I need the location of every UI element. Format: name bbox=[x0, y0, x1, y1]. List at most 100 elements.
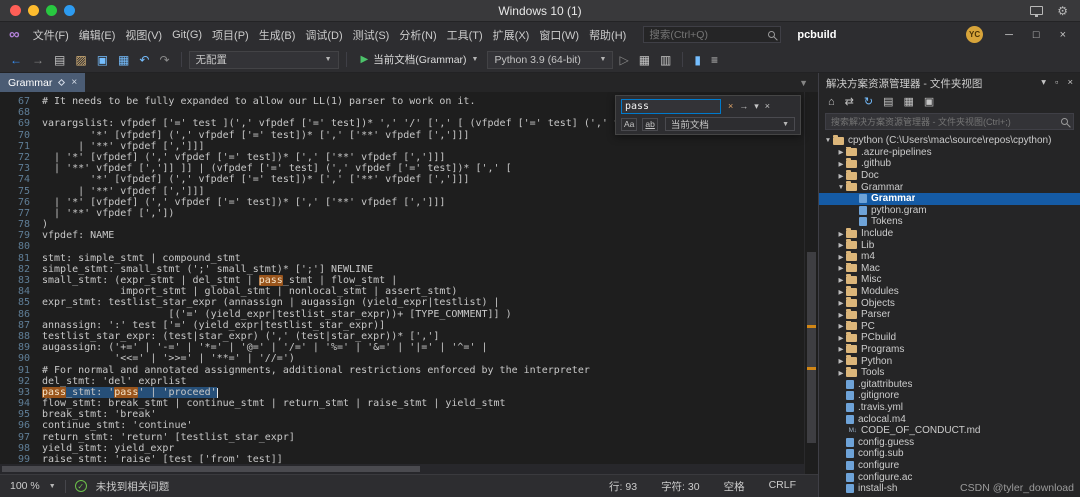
chevron-collapsed-icon[interactable]: ▶ bbox=[836, 148, 846, 156]
chevron-collapsed-icon[interactable]: ▶ bbox=[836, 253, 846, 261]
quick-search-input[interactable] bbox=[649, 29, 768, 41]
chevron-expanded-icon[interactable]: ▼ bbox=[836, 184, 846, 191]
line-ending[interactable]: CRLF bbox=[769, 479, 796, 494]
open-file-icon[interactable]: ▨ bbox=[71, 52, 90, 68]
minimize-button[interactable]: ─ bbox=[997, 28, 1021, 42]
code-line[interactable]: 74 '*' [vfpdef] (',' vfpdef ['=' test])*… bbox=[0, 174, 804, 185]
code-line[interactable]: 83small_stmt: (expr_stmt | del_stmt | pa… bbox=[0, 275, 804, 286]
display-icon[interactable] bbox=[1030, 6, 1043, 15]
chevron-down-icon[interactable]: ▾ bbox=[1041, 78, 1046, 88]
tree-item[interactable]: ▶PCbuild bbox=[819, 332, 1080, 344]
find-scope-dropdown[interactable]: 当前文档 ▼ bbox=[665, 117, 795, 131]
code-line[interactable]: 79vfpdef: NAME bbox=[0, 230, 804, 241]
match-case-icon[interactable]: Aa bbox=[621, 118, 637, 131]
properties-icon[interactable]: ▣ bbox=[924, 97, 934, 108]
run-icon[interactable]: ▷ bbox=[615, 52, 632, 68]
code-line[interactable]: 77 | '**' vfpdef [',']) bbox=[0, 208, 804, 219]
show-all-files-icon[interactable]: ▦ bbox=[904, 97, 914, 108]
code-line[interactable]: 96continue_stmt: 'continue' bbox=[0, 420, 804, 431]
panel-search-box[interactable] bbox=[825, 113, 1074, 130]
menu-item[interactable]: 扩展(X) bbox=[488, 24, 535, 46]
tree-item[interactable]: ▶Mac bbox=[819, 263, 1080, 275]
code-line[interactable]: 71 | '**' vfpdef [',']]] bbox=[0, 141, 804, 152]
cursor-column[interactable]: 字符: 30 bbox=[661, 479, 700, 494]
menu-item[interactable]: 测试(S) bbox=[348, 24, 395, 46]
tree-item[interactable]: config.guess bbox=[819, 436, 1080, 448]
chevron-collapsed-icon[interactable]: ▶ bbox=[836, 357, 846, 365]
code-line[interactable]: 85expr_stmt: testlist_star_expr (annassi… bbox=[0, 297, 804, 308]
tree-item[interactable]: ▶.github bbox=[819, 158, 1080, 170]
chevron-collapsed-icon[interactable]: ▶ bbox=[836, 334, 846, 342]
menu-item[interactable]: 视图(V) bbox=[120, 24, 167, 46]
problems-status[interactable]: 未找到相关问题 bbox=[96, 479, 170, 494]
live-share-icon[interactable]: ▮ bbox=[690, 52, 705, 68]
pin-icon[interactable] bbox=[58, 79, 65, 86]
code-line[interactable]: 89augassign: ('+=' | '-=' | '*=' | '@=' … bbox=[0, 342, 804, 353]
panel-header[interactable]: 解决方案资源管理器 - 文件夹视图 ▾▫× bbox=[819, 73, 1080, 93]
whole-word-icon[interactable]: ab bbox=[642, 118, 657, 131]
tree-item[interactable]: .travis.yml bbox=[819, 402, 1080, 414]
code-line[interactable]: 97return_stmt: 'return' [testlist_star_e… bbox=[0, 432, 804, 443]
code-line[interactable]: 81stmt: simple_stmt | compound_stmt bbox=[0, 253, 804, 264]
home-icon[interactable]: ⌂ bbox=[828, 97, 835, 108]
clear-search-icon[interactable]: × bbox=[726, 101, 735, 112]
save-all-icon[interactable]: ▦ bbox=[114, 52, 133, 68]
menu-item[interactable]: 编辑(E) bbox=[74, 24, 121, 46]
code-line[interactable]: 80 bbox=[0, 241, 804, 252]
configuration-dropdown[interactable]: 无配置 ▼ bbox=[189, 51, 339, 69]
tree-item[interactable]: .gitignore bbox=[819, 390, 1080, 402]
find-next-icon[interactable]: → bbox=[737, 101, 750, 112]
tree-item[interactable]: ▶PC bbox=[819, 321, 1080, 333]
tree-item[interactable]: .gitattributes bbox=[819, 378, 1080, 390]
chevron-collapsed-icon[interactable]: ▶ bbox=[836, 322, 846, 330]
close-tab-icon[interactable]: × bbox=[71, 77, 77, 88]
minimize-light[interactable] bbox=[28, 5, 39, 16]
chevron-collapsed-icon[interactable]: ▶ bbox=[836, 172, 846, 180]
chevron-collapsed-icon[interactable]: ▶ bbox=[836, 369, 846, 377]
tree-item[interactable]: aclocal.m4 bbox=[819, 413, 1080, 425]
tree-item[interactable]: ▶Tools bbox=[819, 367, 1080, 379]
chevron-collapsed-icon[interactable]: ▶ bbox=[836, 345, 846, 353]
new-file-icon[interactable]: ▤ bbox=[50, 52, 69, 68]
undo-icon[interactable]: ↶ bbox=[135, 52, 153, 68]
code-line[interactable]: 75 | '**' vfpdef [',']]] bbox=[0, 186, 804, 197]
code-line[interactable]: 90 '<<=' | '>>=' | '**=' | '//=') bbox=[0, 353, 804, 364]
find-input-box[interactable] bbox=[621, 99, 721, 114]
feedback-icon[interactable]: ≡ bbox=[707, 52, 722, 68]
document-list-chevron-icon[interactable]: ▼ bbox=[799, 78, 808, 88]
code-line[interactable]: 91# For normal and annotated assignments… bbox=[0, 365, 804, 376]
code-editor[interactable]: 67# It needs to be fully expanded to all… bbox=[0, 92, 818, 474]
menu-item[interactable]: 生成(B) bbox=[254, 24, 301, 46]
indent-mode[interactable]: 空格 bbox=[724, 479, 745, 494]
python-environment-dropdown[interactable]: Python 3.9 (64-bit) ▼ bbox=[487, 51, 613, 69]
tab-grammar[interactable]: Grammar × bbox=[0, 73, 85, 92]
close-find-icon[interactable]: × bbox=[763, 101, 772, 112]
preview-icon[interactable]: ▥ bbox=[656, 52, 675, 68]
tree-item[interactable]: M↓CODE_OF_CONDUCT.md bbox=[819, 425, 1080, 437]
menu-item[interactable]: 文件(F) bbox=[28, 24, 74, 46]
gear-icon[interactable]: ⚙ bbox=[1057, 5, 1068, 17]
tree-item[interactable]: python.gram bbox=[819, 205, 1080, 217]
chevron-collapsed-icon[interactable]: ▶ bbox=[836, 288, 846, 296]
zoom-level[interactable]: 100 % bbox=[10, 480, 40, 492]
redo-icon[interactable]: ↷ bbox=[155, 52, 173, 68]
code-line[interactable]: 93pass_stmt: 'pass' | 'proceed' bbox=[0, 387, 804, 398]
chevron-expanded-icon[interactable]: ▼ bbox=[823, 137, 833, 144]
find-options-icon[interactable]: ▾ bbox=[752, 101, 761, 112]
tree-item[interactable]: ▼Grammar bbox=[819, 181, 1080, 193]
cursor-line[interactable]: 行: 93 bbox=[609, 479, 637, 494]
code-line[interactable]: 73 | '**' vfpdef [',']] ]] | (vfpdef ['=… bbox=[0, 163, 804, 174]
chevron-collapsed-icon[interactable]: ▶ bbox=[836, 230, 846, 238]
menu-item[interactable]: 工具(T) bbox=[442, 24, 488, 46]
tree-item[interactable]: ▶Parser bbox=[819, 309, 1080, 321]
code-line[interactable]: 94flow_stmt: break_stmt | continue_stmt … bbox=[0, 398, 804, 409]
find-input[interactable] bbox=[625, 101, 717, 112]
tree-item[interactable]: config.sub bbox=[819, 448, 1080, 460]
menu-item[interactable]: 窗口(W) bbox=[534, 24, 584, 46]
chevron-collapsed-icon[interactable]: ▶ bbox=[836, 241, 846, 249]
chevron-collapsed-icon[interactable]: ▶ bbox=[836, 311, 846, 319]
code-line[interactable]: 72 | '*' [vfpdef] (',' vfpdef ['=' test]… bbox=[0, 152, 804, 163]
tree-item[interactable]: ▶Lib bbox=[819, 239, 1080, 251]
code-line[interactable]: 86 [('=' (yield_expr|testlist_star_expr)… bbox=[0, 309, 804, 320]
tree-item[interactable]: configure bbox=[819, 460, 1080, 472]
